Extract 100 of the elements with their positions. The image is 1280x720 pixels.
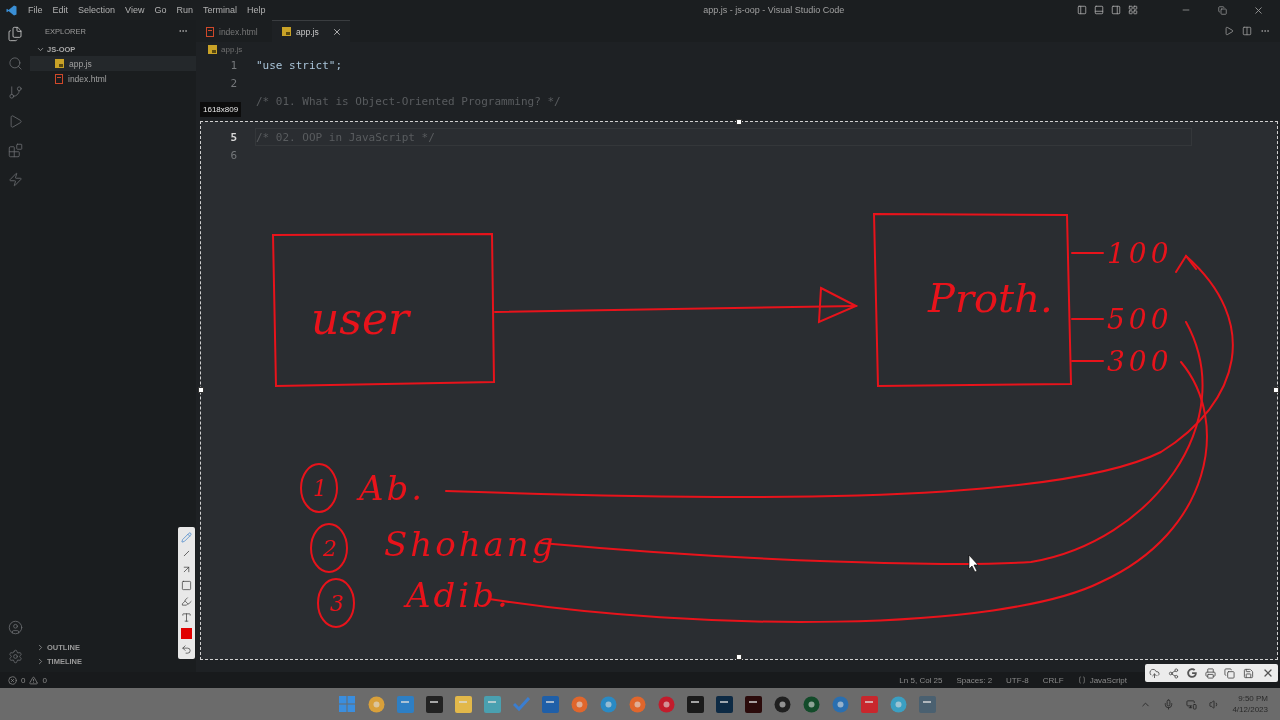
file-name: app.js [69,58,92,69]
account-icon[interactable] [7,620,23,635]
tree-item[interactable]: app.js [30,56,196,71]
tree-item[interactable]: index.html [30,71,196,86]
run-icon[interactable] [7,114,23,129]
menu-item[interactable]: Go [149,5,172,15]
undo-icon[interactable] [181,643,192,655]
handwritten-label: user [311,293,409,344]
close-icon[interactable] [332,26,342,37]
app-icon[interactable] [715,695,733,713]
split-editor-icon[interactable] [1242,26,1252,36]
line-number: 2 [229,76,237,90]
warning-count: 0 [42,675,47,685]
round-app-icon[interactable] [773,695,791,713]
share-icon[interactable] [1168,667,1179,679]
app-icon[interactable] [425,695,443,713]
menu-item[interactable]: View [120,5,150,15]
size-label: 1618x809 [200,102,242,117]
upload-icon[interactable] [1149,667,1160,679]
app-icon[interactable] [483,695,501,713]
round-app-icon[interactable] [657,695,675,713]
menu-item[interactable]: Edit [47,5,74,15]
file-icon [55,59,64,68]
color-swatch[interactable] [181,627,192,639]
run-icon[interactable] [1224,26,1234,36]
handwritten-label: 300 [1107,345,1173,378]
network-icon[interactable] [1186,698,1198,710]
handwritten-label: 500 [1107,303,1173,336]
search-icon[interactable] [7,56,23,71]
app-icon[interactable] [744,695,762,713]
app-icon[interactable] [686,695,704,713]
file-name: index.html [68,73,107,84]
files-icon[interactable] [7,26,23,42]
resize-handle[interactable] [736,119,742,125]
editor-tab[interactable]: app.js [272,20,350,42]
handwritten-label: 3 [330,591,344,616]
logo-icon [6,4,17,16]
marker-icon[interactable] [181,595,192,607]
layout-grid-icon[interactable] [1128,5,1138,15]
extensions-icon[interactable] [7,143,23,158]
handwritten-label: 2 [323,536,337,561]
menu-item[interactable]: Selection [73,5,121,15]
close-icon[interactable] [1252,4,1264,16]
line-number: 5 [229,130,237,144]
resize-handle[interactable] [1273,387,1279,393]
restore-icon[interactable] [1217,5,1227,15]
microphone-icon[interactable] [1163,698,1175,710]
file-icon [208,44,217,54]
close-icon[interactable] [1262,667,1274,679]
handwritten-label: 100 [1107,237,1173,270]
error-icon[interactable] [8,675,17,685]
menu-item[interactable]: Run [171,5,198,15]
braces-icon [1077,676,1086,684]
status-item[interactable]: CRLF [1042,675,1064,685]
g-icon[interactable] [1187,668,1197,678]
status-item[interactable]: Spaces: 2 [956,675,993,685]
circle-drawing [300,463,338,513]
round-app-icon[interactable] [889,695,907,713]
resize-handle[interactable] [198,387,204,393]
tick-line [1071,360,1104,362]
status-item[interactable]: Ln 5, Col 25 [899,675,943,685]
text-tool-icon[interactable] [181,611,192,623]
app-icon[interactable] [454,695,472,713]
source-control-icon[interactable] [7,85,23,100]
panel-layout-icon[interactable] [1094,5,1104,15]
status-item[interactable]: UTF-8 [1006,675,1029,685]
settings-icon[interactable] [7,649,23,664]
lightning-icon[interactable] [7,172,23,187]
circle-drawing [317,578,355,628]
file-icon [206,26,214,37]
app-icon[interactable] [918,695,936,713]
print-icon[interactable] [1205,667,1216,679]
check-icon[interactable] [512,697,530,711]
warning-icon[interactable] [29,675,39,685]
round-app-icon[interactable] [570,695,588,713]
round-app-icon[interactable] [831,695,849,713]
save-icon[interactable] [1243,667,1254,679]
handwritten-label: Shohang [384,524,557,564]
round-app-icon[interactable] [367,695,385,713]
status-item[interactable]: JavaScript [1077,675,1127,685]
sidebar-layout-icon[interactable] [1077,5,1087,15]
app-icon[interactable] [541,695,559,713]
menu-item[interactable]: Terminal [197,5,242,15]
file-icon [55,73,63,84]
round-app-icon[interactable] [628,695,646,713]
handwritten-label: Proth. [928,275,1053,321]
line-number: 6 [229,148,237,162]
tick-line [1071,252,1104,254]
menu-item[interactable]: Help [241,5,271,15]
circle-drawing [310,523,348,573]
panel-layout-icon[interactable] [1111,5,1121,15]
round-app-icon[interactable] [599,695,617,713]
menu-item[interactable]: File [23,5,48,15]
copy-icon[interactable] [1224,667,1235,679]
handwritten-label: 1 [313,476,327,501]
rectangle-icon[interactable] [181,579,192,591]
pen-icon[interactable] [181,531,192,543]
round-app-icon[interactable] [802,695,820,713]
resize-handle[interactable] [736,654,742,660]
window-title: app.js - js-oop - Visual Studio Code [702,5,846,15]
